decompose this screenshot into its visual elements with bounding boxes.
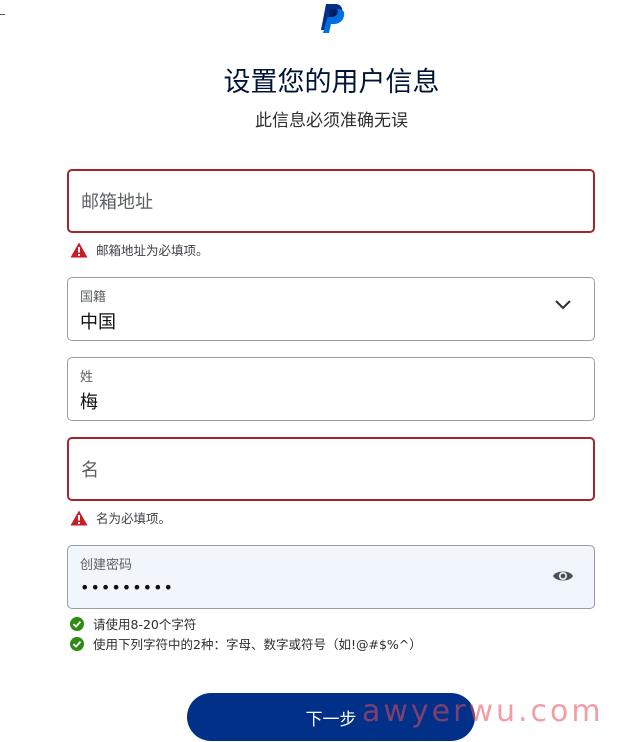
password-rule: 使用下列字符中的2种：字母、数字或符号（如!@#$%^）	[70, 634, 422, 653]
password-field[interactable]: 创建密码 •••••••••	[67, 545, 595, 609]
first-name-error: 名为必填项。	[70, 508, 171, 527]
check-circle-icon	[70, 616, 84, 631]
password-rule: 请使用8-20个字符	[70, 614, 196, 633]
first-name-field[interactable]: 名	[67, 437, 595, 501]
page-subtitle: 此信息必须准确无误	[255, 111, 408, 131]
email-field[interactable]: 邮箱地址	[67, 169, 595, 233]
email-error-text: 邮箱地址为必填项。	[96, 243, 209, 258]
last-name-field[interactable]: 姓 梅	[67, 357, 595, 421]
page-title: 设置您的用户信息	[223, 67, 440, 98]
password-value: •••••••••	[80, 578, 174, 597]
chevron-down-icon	[555, 300, 571, 310]
last-name-label: 姓	[80, 370, 94, 385]
password-rule-text: 请使用8-20个字符	[93, 617, 197, 632]
paypal-logo-icon	[321, 4, 345, 33]
nationality-label: 国籍	[80, 290, 107, 305]
first-name-error-text: 名为必填项。	[96, 511, 172, 526]
warning-icon	[70, 242, 88, 257]
check-circle-icon	[70, 636, 84, 651]
warning-icon	[70, 510, 88, 525]
email-error: 邮箱地址为必填项。	[70, 240, 209, 259]
nationality-select[interactable]: 国籍 中国	[67, 277, 595, 341]
edge-mark	[0, 14, 5, 15]
eye-icon[interactable]	[552, 568, 574, 584]
email-placeholder: 邮箱地址	[81, 192, 153, 213]
nationality-value: 中国	[80, 312, 116, 333]
first-name-placeholder: 名	[81, 460, 99, 481]
last-name-value: 梅	[80, 392, 98, 413]
watermark: awyerwu.com	[362, 694, 604, 729]
password-label: 创建密码	[80, 558, 133, 573]
password-rule-text: 使用下列字符中的2种：字母、数字或符号（如!@#$%^）	[93, 637, 422, 652]
